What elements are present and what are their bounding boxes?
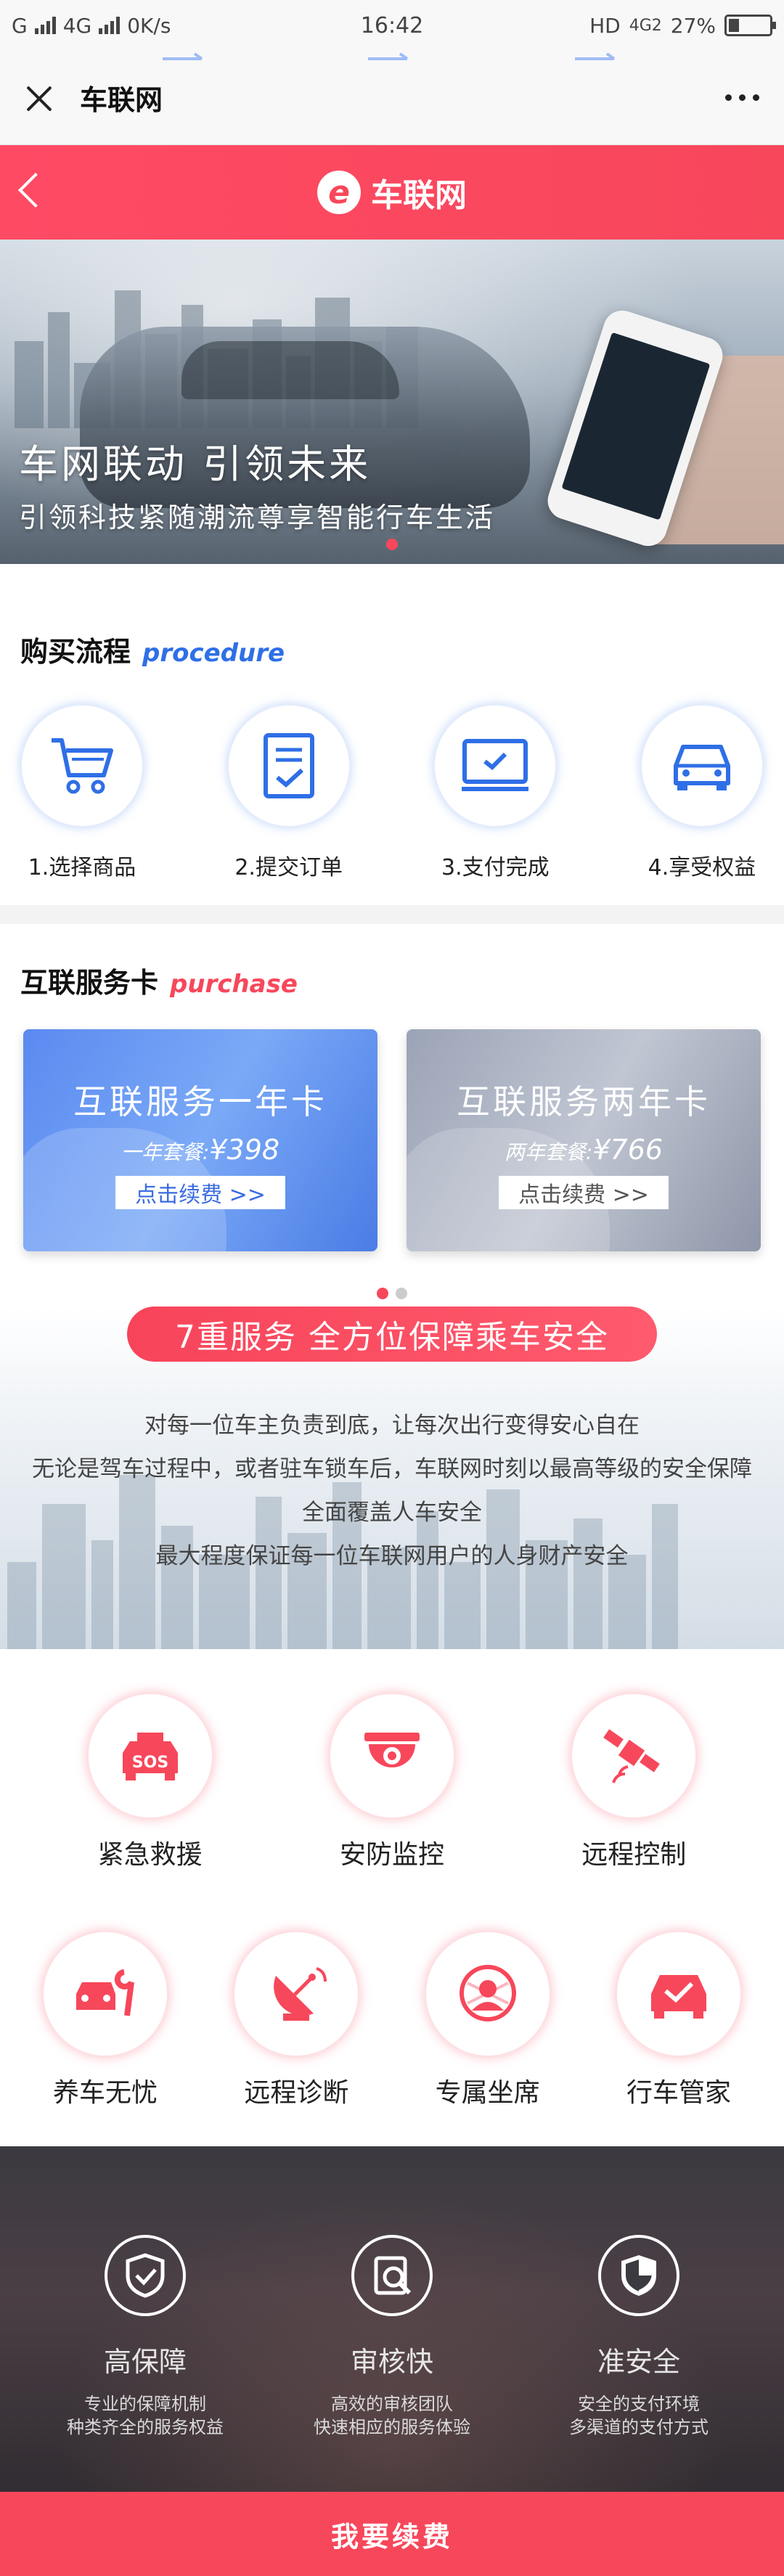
step-label: 2.提交订单 xyxy=(234,855,343,880)
step-select[interactable]: 1.选择商品 xyxy=(20,704,144,881)
guarantee-high: 高保障 专业的保障机制 种类齐全的服务权益 xyxy=(36,2235,254,2439)
order-icon xyxy=(226,704,351,827)
card-title: 互联服务一年卡 xyxy=(73,1082,327,1121)
service-driving-manager[interactable]: 行车管家 xyxy=(610,1931,748,2109)
cards-title: 互联服务卡 xyxy=(20,967,159,999)
guarantee-row: 高保障 专业的保障机制 种类齐全的服务权益 审核快 高效的审核团队 快速相应的服务体… xyxy=(0,2146,784,2439)
hero-banner[interactable]: 车网联动 引领未来 引领科技紧随潮流尊享智能行车生活 xyxy=(0,240,784,564)
app-logo: e 车联网 xyxy=(317,169,467,216)
card-title: 互联服务两年卡 xyxy=(457,1082,711,1121)
back-arrow-icon[interactable] xyxy=(17,172,54,208)
procedure-steps: 1.选择商品 2.提交订单 3.支付完成 4.享受权益 xyxy=(0,52,784,881)
service-label: 安防监控 xyxy=(339,1840,444,1870)
guarantee-desc: 高效的审核团队 快速相应的服务体验 xyxy=(314,2394,470,2437)
cards-section: 互联服务卡 purchase 互联服务一年卡 一年套餐:¥398 点击续费 >>… xyxy=(0,924,784,1299)
guarantee-fast: 审核快 高效的审核团队 快速相应的服务体验 xyxy=(283,2235,501,2439)
safety-description: 对每一位车主负责到底，让每次出行变得安心自在 无论是驾车过程中，或者驻车锁车后，… xyxy=(0,1404,784,1578)
cart-icon xyxy=(20,704,144,827)
service-monitoring[interactable]: 安防监控 xyxy=(323,1693,461,1871)
procedure-title: 购买流程 xyxy=(20,636,131,668)
service-maintenance[interactable]: 养车无忧 xyxy=(36,1931,174,2109)
sos-car-icon: SOS xyxy=(86,1693,213,1819)
seven-services-banner: 7重服务 全方位保障乘车安全 xyxy=(127,1307,657,1362)
wrench-car-icon xyxy=(42,1931,168,2057)
step-benefit[interactable]: 4.享受权益 xyxy=(640,704,764,881)
guarantee-desc: 安全的支付环境 多渠道的支付方式 xyxy=(569,2394,709,2437)
banner-subtitle: 引领科技紧随潮流尊享智能行车生活 xyxy=(19,502,496,533)
car-check-icon xyxy=(615,1931,742,2057)
service-emergency[interactable]: SOS 紧急救援 xyxy=(81,1693,219,1871)
services-row: 养车无忧 远程诊断 专属坐席 行车管家 xyxy=(0,1931,784,2109)
guarantee-title: 准安全 xyxy=(597,2346,680,2378)
renew-card-button[interactable]: 点击续费 >> xyxy=(115,1176,285,1209)
safety-line: 最大程度保证每一位车联网用户的人身财产安全 xyxy=(155,1543,629,1569)
service-label: 行车管家 xyxy=(626,2078,731,2108)
camera-icon xyxy=(328,1693,455,1819)
arrow-icon xyxy=(368,52,409,60)
service-agent[interactable]: 专属坐席 xyxy=(419,1931,557,2109)
guarantee-section: 高保障 专业的保障机制 种类齐全的服务权益 审核快 高效的审核团队 快速相应的服务体… xyxy=(0,2146,784,2514)
guarantee-title: 高保障 xyxy=(103,2346,187,2378)
cards-title-en: purchase xyxy=(170,970,298,999)
banner-pagination-dot[interactable] xyxy=(386,539,398,550)
pagination-dot-active[interactable] xyxy=(377,1288,388,1299)
card-two-year[interactable]: 互联服务两年卡 两年套餐:¥766 点击续费 >> xyxy=(407,1029,761,1251)
agent-icon xyxy=(424,1931,551,2057)
logo-icon: e xyxy=(317,171,361,214)
service-label: 远程诊断 xyxy=(244,2078,349,2108)
service-diagnosis[interactable]: 远程诊断 xyxy=(227,1931,365,2109)
procedure-title-en: procedure xyxy=(142,639,285,668)
battery-icon xyxy=(724,15,776,36)
arrow-icon xyxy=(163,52,203,60)
more-icon[interactable] xyxy=(725,94,759,101)
banner-title: 车网联动 引领未来 xyxy=(19,441,372,487)
section-divider xyxy=(0,905,784,924)
services-grid: SOS 紧急救援 安防监控 远程控制 养车无忧 远程诊断 专属坐席 行车管家 xyxy=(0,1649,784,2146)
cards-heading: 互联服务卡 purchase xyxy=(0,960,784,1000)
dish-icon xyxy=(233,1931,360,2057)
card-one-year[interactable]: 互联服务一年卡 一年套餐:¥398 点击续费 >> xyxy=(23,1029,377,1251)
browser-title: 车联网 xyxy=(80,84,163,116)
shield-check-icon xyxy=(105,2235,186,2316)
service-label: 远程控制 xyxy=(581,1840,687,1870)
safety-line: 无论是驾车过程中，或者驻车锁车后，车联网时刻以最高等级的安全保障全面覆盖人车安全 xyxy=(32,1456,752,1526)
step-payment[interactable]: 3.支付完成 xyxy=(433,704,558,881)
step-label: 4.享受权益 xyxy=(648,855,756,880)
service-remote-control[interactable]: 远程控制 xyxy=(565,1693,703,1871)
card-price: 一年套餐:¥398 xyxy=(121,1134,280,1166)
guarantee-desc: 专业的保障机制 种类齐全的服务权益 xyxy=(67,2394,224,2437)
service-label: 养车无忧 xyxy=(52,2078,158,2108)
app-title: 车联网 xyxy=(371,177,467,214)
shield-half-icon xyxy=(598,2235,679,2316)
card-list: 互联服务一年卡 一年套餐:¥398 点击续费 >> 互联服务两年卡 两年套餐:¥… xyxy=(0,1029,784,1251)
arrow-icon xyxy=(575,52,616,60)
step-order[interactable]: 2.提交订单 xyxy=(226,704,351,881)
magnifier-doc-icon xyxy=(351,2235,433,2316)
renew-card-button[interactable]: 点击续费 >> xyxy=(499,1176,669,1209)
step-label: 3.支付完成 xyxy=(441,855,550,880)
service-label: 紧急救援 xyxy=(97,1840,203,1870)
service-label: 专属坐席 xyxy=(435,2078,540,2108)
procedure-section: 购买流程 procedure 1.选择商品 2.提交订单 3.支付完成 4.享受… xyxy=(0,52,784,905)
svg-text:SOS: SOS xyxy=(131,1754,168,1772)
car-icon xyxy=(640,704,764,827)
satellite-icon xyxy=(571,1693,698,1819)
status-time: 16:42 xyxy=(360,13,424,38)
services-row: SOS 紧急救援 安防监控 远程控制 xyxy=(0,1693,784,1871)
pagination-dot[interactable] xyxy=(396,1288,407,1299)
renew-button[interactable]: 我要续费 xyxy=(0,2492,784,2576)
status-bar: G 4G 0K/s 16:42 HD 4G2 27% xyxy=(0,0,784,51)
procedure-heading: 购买流程 procedure xyxy=(0,629,784,669)
card-price: 两年套餐:¥766 xyxy=(504,1134,663,1166)
guarantee-title: 审核快 xyxy=(350,2346,433,2378)
card-pagination xyxy=(0,1288,784,1299)
step-label: 1.选择商品 xyxy=(28,855,136,880)
app-header: e 车联网 xyxy=(0,145,784,240)
safety-section: 7重服务 全方位保障乘车安全 对每一位车主负责到底，让每次出行变得安心自在 无论… xyxy=(0,1307,784,1649)
close-icon[interactable] xyxy=(25,83,54,113)
safety-line: 对每一位车主负责到底，让每次出行变得安心自在 xyxy=(144,1412,640,1439)
guarantee-safe: 准安全 安全的支付环境 多渠道的支付方式 xyxy=(530,2235,748,2439)
payment-icon xyxy=(433,704,558,827)
